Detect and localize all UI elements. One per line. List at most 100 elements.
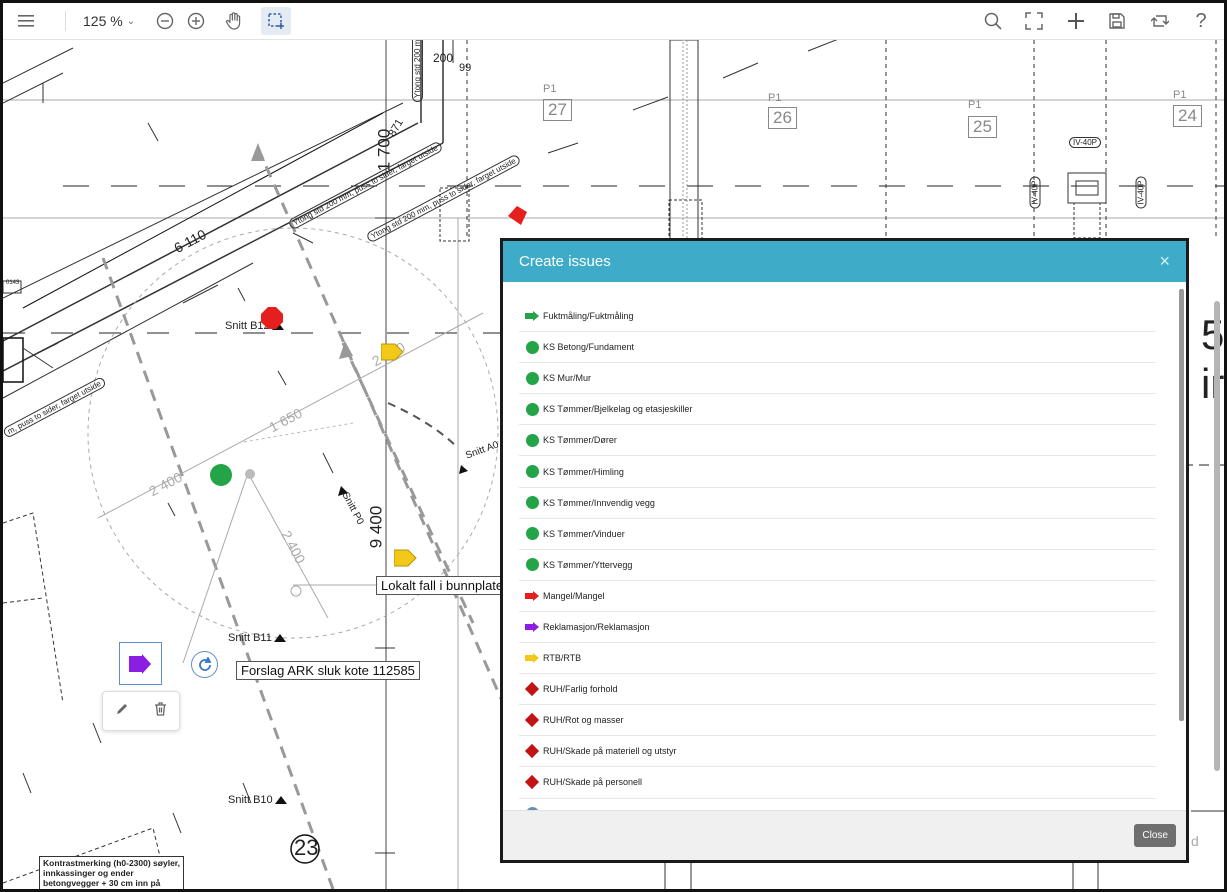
issue-type-label: KS Tømmer/Vinduer	[543, 528, 625, 539]
search-icon[interactable]	[981, 7, 1005, 35]
hand-pan-icon[interactable]	[221, 7, 247, 35]
issue-type-item[interactable]: KS Tømmer/Himling	[519, 456, 1156, 488]
zoom-in-icon[interactable]	[184, 7, 208, 35]
issue-type-label: Fuktmåling/Fuktmåling	[543, 311, 634, 322]
circle-icon	[525, 465, 539, 479]
issue-type-label: RUH/Rot og masser	[543, 715, 624, 726]
issue-type-item[interactable]: KS Mur/Mur	[519, 363, 1156, 395]
save-icon[interactable]	[1105, 7, 1129, 35]
issue-type-label: Reklamasjon/Reklamasjon	[543, 621, 650, 632]
issue-type-item[interactable]: KS Tømmer/Yttervegg	[519, 550, 1156, 581]
section-label: Snitt B10	[228, 794, 287, 806]
circle-icon	[525, 496, 539, 510]
issue-type-label: KS Tømmer/Bjelkelag og etasjeskiller	[543, 404, 693, 415]
edit-pencil-icon[interactable]	[115, 702, 129, 721]
issue-type-label: KS Mur/Mur	[543, 373, 592, 384]
issue-type-label: RTB/RTB	[543, 653, 582, 664]
sheet-prefix: P1	[768, 92, 782, 104]
diamond-icon	[524, 713, 540, 728]
swap-icon[interactable]	[1148, 7, 1172, 35]
issue-type-item[interactable]: KS Tømmer/Vinduer	[519, 519, 1156, 550]
issue-type-item[interactable]: Reklamasjon/Reklamasjon	[519, 612, 1156, 644]
issue-type-label: KS Tømmer/Yttervegg	[543, 559, 633, 570]
drawing-note: Forslag ARK sluk kote 112585	[236, 661, 420, 680]
section-label-text: Snitt B11	[228, 632, 272, 644]
drawing-note: Lokalt fall i bunnplate	[376, 576, 509, 595]
issue-type-label: KS Tømmer/Dører	[543, 435, 617, 446]
dialog-header: Create issues ×	[503, 241, 1186, 282]
issue-type-item[interactable]: KS Tømmer/Innvendig vegg	[519, 488, 1156, 519]
arrow-icon	[525, 309, 539, 323]
dialog-scrollbar[interactable]	[1179, 289, 1184, 721]
dimension-label: 200	[433, 51, 454, 65]
rtb-marker-icon[interactable]	[380, 342, 405, 367]
issue-type-label: KS Betong/Fundament	[543, 342, 635, 353]
chevron-down-icon: ⌄	[126, 15, 136, 27]
issue-type-label: KS Tømmer/Innvendig vegg	[543, 497, 655, 508]
footer-partial-text: d	[1191, 833, 1199, 849]
circle-icon	[525, 402, 539, 416]
dimension-label: 99	[459, 62, 472, 74]
circle-icon	[525, 527, 539, 541]
section-label-text: Snitt B10	[228, 794, 273, 806]
issue-type-list: Fuktmåling/Fuktmåling KS Betong/Fundament…	[503, 282, 1182, 814]
add-icon[interactable]	[1064, 7, 1088, 35]
help-icon[interactable]: ?	[1189, 7, 1213, 35]
circle-icon	[525, 433, 539, 447]
issue-type-label: Mangel/Mangel	[543, 590, 605, 601]
app-frame: 125 % ⌄ ? P1 27 P1 26 P1 25 P1 24 200 99…	[0, 0, 1227, 892]
close-icon[interactable]: ×	[1159, 251, 1170, 272]
issue-type-label: RUH/Farlig forhold	[543, 684, 618, 695]
issue-type-label: RUH/Skade på materiell og utstyr	[543, 746, 677, 757]
toolbar: 125 % ⌄ ?	[3, 3, 1224, 40]
sheet-prefix: P1	[543, 83, 557, 95]
select-area-icon[interactable]	[261, 7, 291, 35]
right-partial-text: ir	[1201, 360, 1225, 407]
column-tag: IV-40P	[1029, 176, 1041, 209]
sheet-number: 27	[543, 99, 572, 121]
zoom-out-icon[interactable]	[153, 7, 177, 35]
create-issues-dialog: Create issues × Fuktmåling/Fuktmåling KS …	[500, 238, 1189, 863]
issue-type-item[interactable]: RUH/Farlig forhold	[519, 674, 1156, 706]
anchor-point-icon	[243, 467, 257, 486]
arrow-icon	[525, 651, 539, 665]
column-tag: IV-40P	[1069, 137, 1102, 148]
fullscreen-icon[interactable]	[1022, 7, 1046, 35]
right-partial-text: 5	[1201, 311, 1225, 358]
issue-type-item[interactable]: KS Betong/Fundament	[519, 332, 1156, 364]
arrow-icon	[525, 589, 539, 603]
selected-marker[interactable]	[119, 642, 162, 685]
issue-type-item[interactable]: Mangel/Mangel	[519, 581, 1156, 612]
issue-type-label: KS Tømmer/Himling	[543, 466, 624, 477]
circle-icon	[525, 558, 539, 572]
dimension-label: 9 400	[366, 505, 386, 549]
issue-type-item[interactable]: RUH/Rot og masser	[519, 705, 1156, 737]
issue-type-item[interactable]: Fuktmåling/Fuktmåling	[519, 301, 1156, 333]
column-tag: IV-40P	[1135, 176, 1147, 209]
left-tag: 0143	[6, 280, 20, 286]
zoom-value: 125 %	[83, 13, 123, 29]
marker-edit-popover	[102, 691, 180, 731]
claim-arrow-icon	[128, 653, 151, 674]
viewer-scrollbar[interactable]	[1214, 301, 1220, 771]
issue-type-item[interactable]: RUH/Skade på personell	[519, 767, 1156, 799]
section-triangle-icon	[274, 796, 287, 804]
sheet-prefix: P1	[968, 99, 982, 111]
sheet-number: 26	[768, 107, 797, 129]
issue-type-item[interactable]: RUH/Skade på materiell og utstyr	[519, 736, 1156, 768]
close-button[interactable]: Close	[1134, 824, 1176, 847]
issue-type-item[interactable]: RTB/RTB	[519, 643, 1156, 675]
diamond-icon	[524, 682, 540, 697]
issue-type-item[interactable]: KS Tømmer/Dører	[519, 425, 1156, 457]
rtb-marker-icon[interactable]	[393, 548, 418, 573]
sheet-number: 24	[1173, 105, 1202, 127]
issue-type-item[interactable]: KS Tømmer/Bjelkelag og etasjeskiller	[519, 394, 1156, 426]
arrow-icon	[525, 620, 539, 634]
delete-trash-icon[interactable]	[154, 701, 167, 721]
menu-icon[interactable]	[13, 7, 39, 35]
toolbar-divider	[65, 11, 66, 31]
zoom-select[interactable]: 125 % ⌄	[83, 7, 145, 35]
rotate-icon[interactable]	[191, 651, 218, 678]
quality-check-marker-icon[interactable]	[209, 463, 233, 492]
hazard-marker-icon[interactable]	[261, 307, 283, 334]
